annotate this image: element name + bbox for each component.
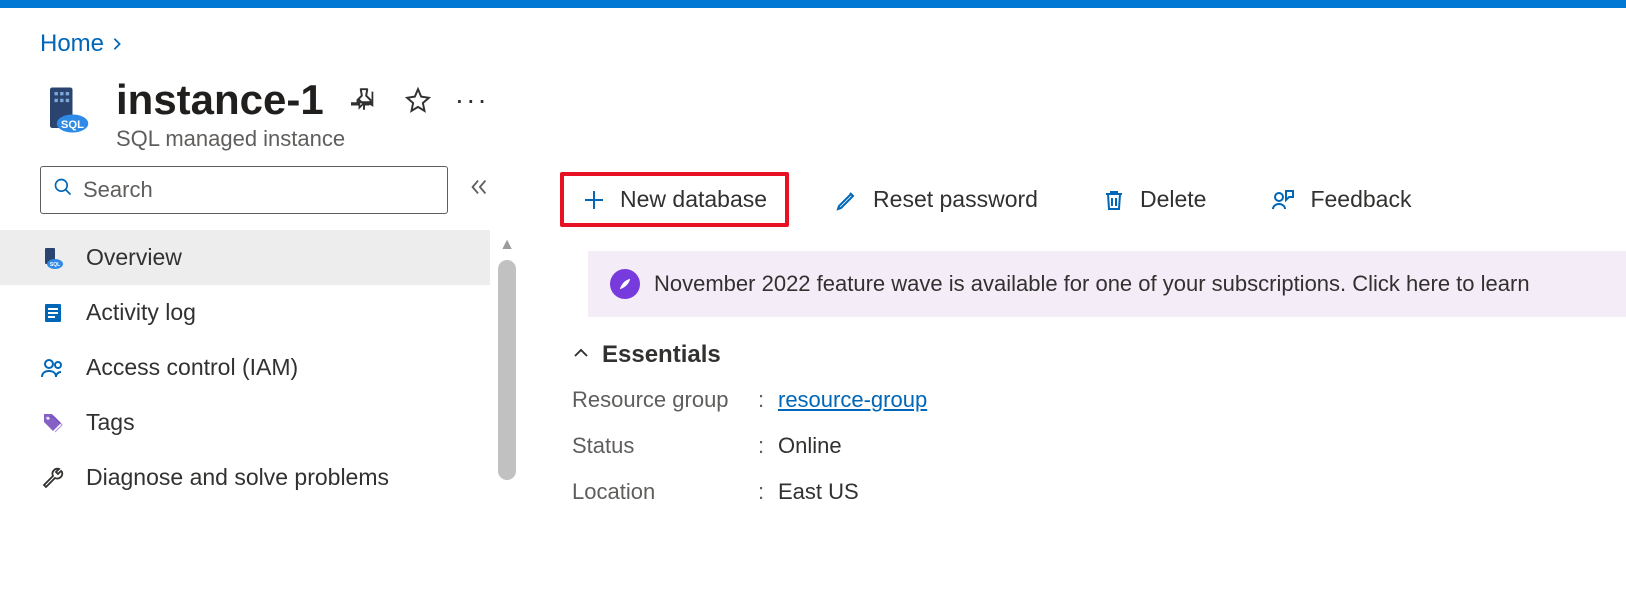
svg-text:SQL: SQL: [61, 119, 84, 131]
page-title: instance-1: [116, 76, 324, 124]
wrench-icon: [40, 465, 66, 491]
breadcrumb-home[interactable]: Home: [40, 30, 104, 58]
people-icon: [40, 355, 66, 381]
button-label: Delete: [1140, 186, 1206, 213]
sidebar-item-access-control[interactable]: Access control (IAM): [0, 340, 490, 395]
feedback-icon: [1270, 188, 1296, 212]
kv-label: Status: [572, 433, 758, 459]
tags-icon: [40, 410, 66, 436]
scroll-thumb[interactable]: [498, 260, 516, 480]
sidebar-item-overview[interactable]: SQL Overview: [0, 230, 490, 285]
sidebar-item-label: Tags: [86, 409, 135, 436]
resource-header: SQL instance-1 ··· SQL managed instance: [0, 66, 1626, 158]
more-icon[interactable]: ···: [458, 86, 486, 114]
sql-managed-instance-icon: SQL: [40, 82, 96, 138]
essentials-table: Resource group : resource-group Status :…: [572, 377, 1626, 515]
sidebar-item-activity-log[interactable]: Activity log: [0, 285, 490, 340]
resource-group-link[interactable]: resource-group: [778, 387, 927, 412]
sidebar-item-label: Access control (IAM): [86, 354, 298, 381]
sidebar-search[interactable]: [40, 166, 448, 214]
essentials-toggle[interactable]: Essentials: [560, 333, 1626, 377]
svg-text:SQL: SQL: [50, 262, 60, 268]
star-icon[interactable]: [404, 86, 432, 114]
kv-value: East US: [778, 479, 859, 505]
kv-value: resource-group: [778, 387, 927, 413]
kv-label: Resource group: [572, 387, 758, 413]
resource-type-label: SQL managed instance: [116, 126, 486, 152]
new-database-button[interactable]: New database: [560, 172, 789, 227]
sidebar: SQL Overview Activity log Access control…: [40, 166, 490, 505]
feature-wave-banner[interactable]: November 2022 feature wave is available …: [588, 251, 1626, 317]
pencil-icon: [835, 188, 859, 212]
kv-row-status: Status : Online: [572, 423, 1626, 469]
rocket-icon: [610, 269, 640, 299]
sidebar-item-label: Diagnose and solve problems: [86, 464, 389, 491]
kv-row-resource-group: Resource group : resource-group: [572, 377, 1626, 423]
sql-instance-small-icon: SQL: [40, 245, 66, 271]
kv-label: Location: [572, 479, 758, 505]
top-accent-bar: [0, 0, 1626, 8]
sidebar-item-tags[interactable]: Tags: [0, 395, 490, 450]
plus-icon: [582, 188, 606, 212]
chevron-up-icon: [572, 341, 590, 369]
feedback-button[interactable]: Feedback: [1252, 176, 1429, 223]
kv-value: Online: [778, 433, 842, 459]
trash-icon: [1102, 188, 1126, 212]
activity-log-icon: [40, 300, 66, 326]
button-label: Feedback: [1310, 186, 1411, 213]
sidebar-item-diagnose[interactable]: Diagnose and solve problems: [0, 450, 490, 505]
delete-button[interactable]: Delete: [1084, 176, 1224, 223]
reset-password-button[interactable]: Reset password: [817, 176, 1056, 223]
sidebar-scrollbar[interactable]: ▲: [498, 236, 516, 536]
breadcrumb: Home: [0, 8, 1626, 66]
button-label: Reset password: [873, 186, 1038, 213]
kv-row-location: Location : East US: [572, 469, 1626, 515]
chevron-right-icon: [110, 30, 124, 58]
collapse-sidebar-icon[interactable]: [468, 176, 490, 204]
essentials-heading: Essentials: [602, 341, 721, 369]
sidebar-nav: SQL Overview Activity log Access control…: [0, 230, 490, 505]
search-icon: [53, 177, 73, 203]
sidebar-item-label: Activity log: [86, 299, 196, 326]
scroll-up-arrow-icon[interactable]: ▲: [498, 236, 516, 254]
main-content: New database Reset password Delete Feedb…: [490, 166, 1626, 515]
banner-text: November 2022 feature wave is available …: [654, 271, 1530, 297]
sidebar-item-label: Overview: [86, 244, 182, 271]
button-label: New database: [620, 186, 767, 213]
pin-icon[interactable]: [350, 86, 378, 114]
command-bar: New database Reset password Delete Feedb…: [560, 166, 1626, 243]
search-input[interactable]: [83, 177, 435, 203]
